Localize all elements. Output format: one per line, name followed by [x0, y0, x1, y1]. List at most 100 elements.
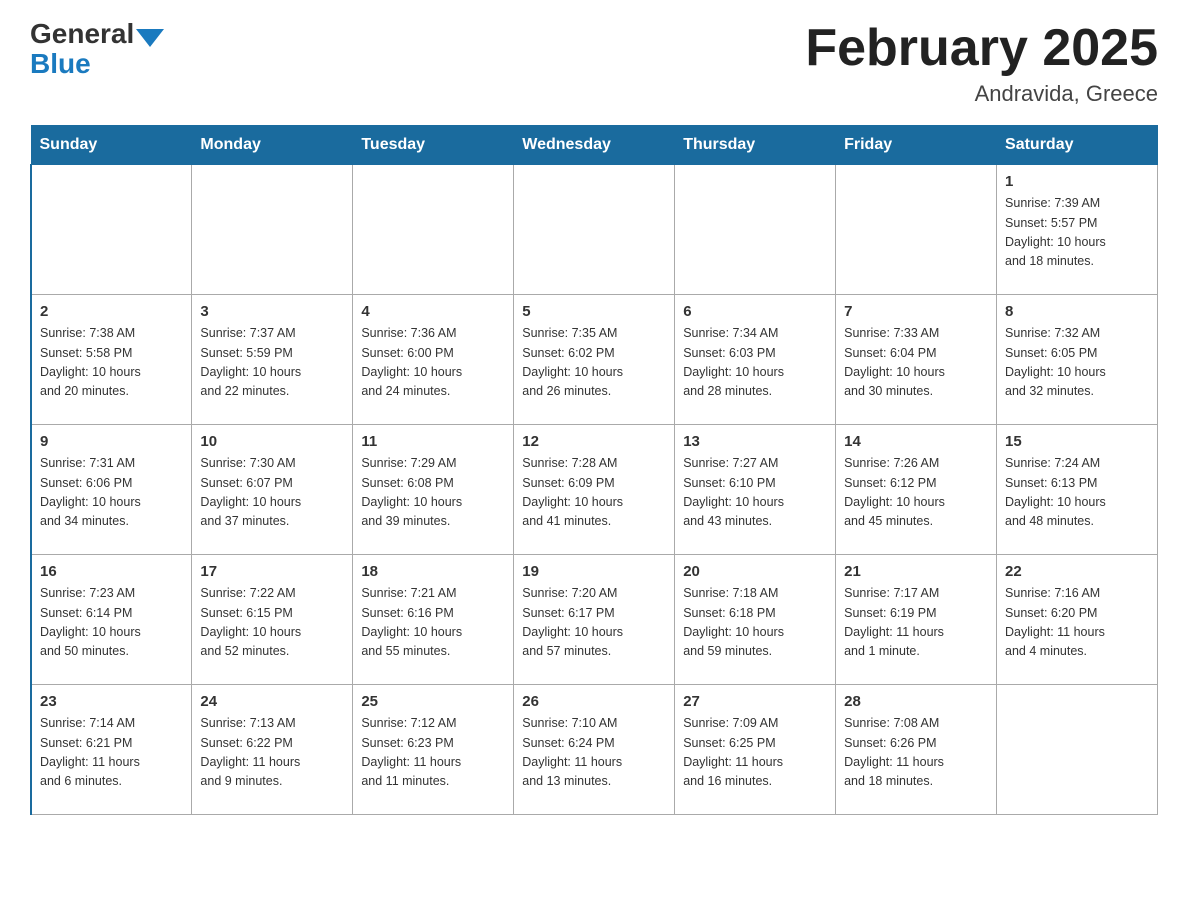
calendar-title: February 2025: [805, 20, 1158, 77]
calendar-cell: [514, 165, 675, 295]
day-info: Sunrise: 7:30 AM Sunset: 6:07 PM Dayligh…: [200, 454, 344, 532]
calendar-cell: 23 Sunrise: 7:14 AM Sunset: 6:21 PM Dayli…: [31, 685, 192, 815]
day-info: Sunrise: 7:21 AM Sunset: 6:16 PM Dayligh…: [361, 584, 505, 662]
calendar-cell: 16 Sunrise: 7:23 AM Sunset: 6:14 PM Dayli…: [31, 555, 192, 685]
day-number: 2: [40, 303, 183, 320]
day-number: 15: [1005, 433, 1149, 450]
weekday-header-sunday: Sunday: [31, 126, 192, 165]
day-number: 3: [200, 303, 344, 320]
calendar-cell: 9 Sunrise: 7:31 AM Sunset: 6:06 PM Daylig…: [31, 425, 192, 555]
day-number: 22: [1005, 563, 1149, 580]
day-info: Sunrise: 7:38 AM Sunset: 5:58 PM Dayligh…: [40, 324, 183, 402]
calendar-cell: 14 Sunrise: 7:26 AM Sunset: 6:12 PM Dayli…: [836, 425, 997, 555]
calendar-cell: 6 Sunrise: 7:34 AM Sunset: 6:03 PM Daylig…: [675, 295, 836, 425]
week-row-5: 23 Sunrise: 7:14 AM Sunset: 6:21 PM Dayli…: [31, 685, 1158, 815]
day-number: 4: [361, 303, 505, 320]
calendar-cell: [353, 165, 514, 295]
calendar-cell: 10 Sunrise: 7:30 AM Sunset: 6:07 PM Dayli…: [192, 425, 353, 555]
calendar-cell: 19Sunrise: 7:20 AM Sunset: 6:17 PM Dayli…: [514, 555, 675, 685]
day-info: Sunrise: 7:12 AM Sunset: 6:23 PM Dayligh…: [361, 714, 505, 792]
calendar-cell: 12 Sunrise: 7:28 AM Sunset: 6:09 PM Dayli…: [514, 425, 675, 555]
calendar-cell: 15 Sunrise: 7:24 AM Sunset: 6:13 PM Dayli…: [997, 425, 1158, 555]
calendar-cell: 24 Sunrise: 7:13 AM Sunset: 6:22 PM Dayli…: [192, 685, 353, 815]
calendar-cell: 5Sunrise: 7:35 AM Sunset: 6:02 PM Daylig…: [514, 295, 675, 425]
calendar-cell: [192, 165, 353, 295]
weekday-header-thursday: Thursday: [675, 126, 836, 165]
calendar-cell: 21 Sunrise: 7:17 AM Sunset: 6:19 PM Dayli…: [836, 555, 997, 685]
day-info: Sunrise: 7:31 AM Sunset: 6:06 PM Dayligh…: [40, 454, 183, 532]
day-number: 19: [522, 563, 666, 580]
day-info: Sunrise: 7:08 AM Sunset: 6:26 PM Dayligh…: [844, 714, 988, 792]
day-number: 27: [683, 693, 827, 710]
day-number: 25: [361, 693, 505, 710]
day-number: 6: [683, 303, 827, 320]
day-number: 14: [844, 433, 988, 450]
day-info: Sunrise: 7:13 AM Sunset: 6:22 PM Dayligh…: [200, 714, 344, 792]
day-info: Sunrise: 7:36 AM Sunset: 6:00 PM Dayligh…: [361, 324, 505, 402]
day-number: 12: [522, 433, 666, 450]
calendar-cell: 17 Sunrise: 7:22 AM Sunset: 6:15 PM Dayli…: [192, 555, 353, 685]
calendar-cell: 13 Sunrise: 7:27 AM Sunset: 6:10 PM Dayli…: [675, 425, 836, 555]
calendar-cell: [675, 165, 836, 295]
day-number: 16: [40, 563, 183, 580]
weekday-header-wednesday: Wednesday: [514, 126, 675, 165]
day-number: 24: [200, 693, 344, 710]
day-info: Sunrise: 7:28 AM Sunset: 6:09 PM Dayligh…: [522, 454, 666, 532]
logo-general-text: General: [30, 20, 134, 48]
day-number: 17: [200, 563, 344, 580]
day-number: 10: [200, 433, 344, 450]
calendar-cell: 26 Sunrise: 7:10 AM Sunset: 6:24 PM Dayli…: [514, 685, 675, 815]
day-number: 18: [361, 563, 505, 580]
day-number: 23: [40, 693, 183, 710]
day-info: Sunrise: 7:37 AM Sunset: 5:59 PM Dayligh…: [200, 324, 344, 402]
calendar-cell: 20 Sunrise: 7:18 AM Sunset: 6:18 PM Dayli…: [675, 555, 836, 685]
day-info: Sunrise: 7:23 AM Sunset: 6:14 PM Dayligh…: [40, 584, 183, 662]
calendar-cell: 1 Sunrise: 7:39 AM Sunset: 5:57 PM Daylig…: [997, 165, 1158, 295]
calendar-subtitle: Andravida, Greece: [805, 81, 1158, 107]
calendar-cell: [997, 685, 1158, 815]
weekday-header-saturday: Saturday: [997, 126, 1158, 165]
day-number: 21: [844, 563, 988, 580]
calendar-cell: 3 Sunrise: 7:37 AM Sunset: 5:59 PM Daylig…: [192, 295, 353, 425]
weekday-header-monday: Monday: [192, 126, 353, 165]
weekday-header-friday: Friday: [836, 126, 997, 165]
day-info: Sunrise: 7:16 AM Sunset: 6:20 PM Dayligh…: [1005, 584, 1149, 662]
day-info: Sunrise: 7:39 AM Sunset: 5:57 PM Dayligh…: [1005, 194, 1149, 272]
week-row-1: 1 Sunrise: 7:39 AM Sunset: 5:57 PM Daylig…: [31, 165, 1158, 295]
day-number: 11: [361, 433, 505, 450]
day-info: Sunrise: 7:26 AM Sunset: 6:12 PM Dayligh…: [844, 454, 988, 532]
calendar-cell: 27 Sunrise: 7:09 AM Sunset: 6:25 PM Dayli…: [675, 685, 836, 815]
day-info: Sunrise: 7:29 AM Sunset: 6:08 PM Dayligh…: [361, 454, 505, 532]
day-info: Sunrise: 7:27 AM Sunset: 6:10 PM Dayligh…: [683, 454, 827, 532]
day-number: 9: [40, 433, 183, 450]
calendar-cell: 18 Sunrise: 7:21 AM Sunset: 6:16 PM Dayli…: [353, 555, 514, 685]
calendar-table: SundayMondayTuesdayWednesdayThursdayFrid…: [30, 125, 1158, 815]
day-info: Sunrise: 7:17 AM Sunset: 6:19 PM Dayligh…: [844, 584, 988, 662]
day-info: Sunrise: 7:18 AM Sunset: 6:18 PM Dayligh…: [683, 584, 827, 662]
logo-triangle-icon: [136, 29, 164, 47]
day-info: Sunrise: 7:14 AM Sunset: 6:21 PM Dayligh…: [40, 714, 183, 792]
weekday-header-row: SundayMondayTuesdayWednesdayThursdayFrid…: [31, 126, 1158, 165]
logo: General Blue: [30, 20, 166, 80]
weekday-header-tuesday: Tuesday: [353, 126, 514, 165]
calendar-cell: 2 Sunrise: 7:38 AM Sunset: 5:58 PM Daylig…: [31, 295, 192, 425]
calendar-cell: 8Sunrise: 7:32 AM Sunset: 6:05 PM Daylig…: [997, 295, 1158, 425]
calendar-cell: 11 Sunrise: 7:29 AM Sunset: 6:08 PM Dayli…: [353, 425, 514, 555]
day-info: Sunrise: 7:34 AM Sunset: 6:03 PM Dayligh…: [683, 324, 827, 402]
calendar-cell: 22 Sunrise: 7:16 AM Sunset: 6:20 PM Dayli…: [997, 555, 1158, 685]
day-number: 26: [522, 693, 666, 710]
day-info: Sunrise: 7:22 AM Sunset: 6:15 PM Dayligh…: [200, 584, 344, 662]
day-info: Sunrise: 7:24 AM Sunset: 6:13 PM Dayligh…: [1005, 454, 1149, 532]
day-number: 8: [1005, 303, 1149, 320]
day-number: 1: [1005, 173, 1149, 190]
calendar-cell: 25 Sunrise: 7:12 AM Sunset: 6:23 PM Dayli…: [353, 685, 514, 815]
day-number: 28: [844, 693, 988, 710]
calendar-cell: [31, 165, 192, 295]
day-info: Sunrise: 7:10 AM Sunset: 6:24 PM Dayligh…: [522, 714, 666, 792]
day-number: 20: [683, 563, 827, 580]
title-area: February 2025 Andravida, Greece: [805, 20, 1158, 107]
calendar-cell: 7Sunrise: 7:33 AM Sunset: 6:04 PM Daylig…: [836, 295, 997, 425]
day-number: 13: [683, 433, 827, 450]
day-info: Sunrise: 7:09 AM Sunset: 6:25 PM Dayligh…: [683, 714, 827, 792]
calendar-cell: 4 Sunrise: 7:36 AM Sunset: 6:00 PM Daylig…: [353, 295, 514, 425]
